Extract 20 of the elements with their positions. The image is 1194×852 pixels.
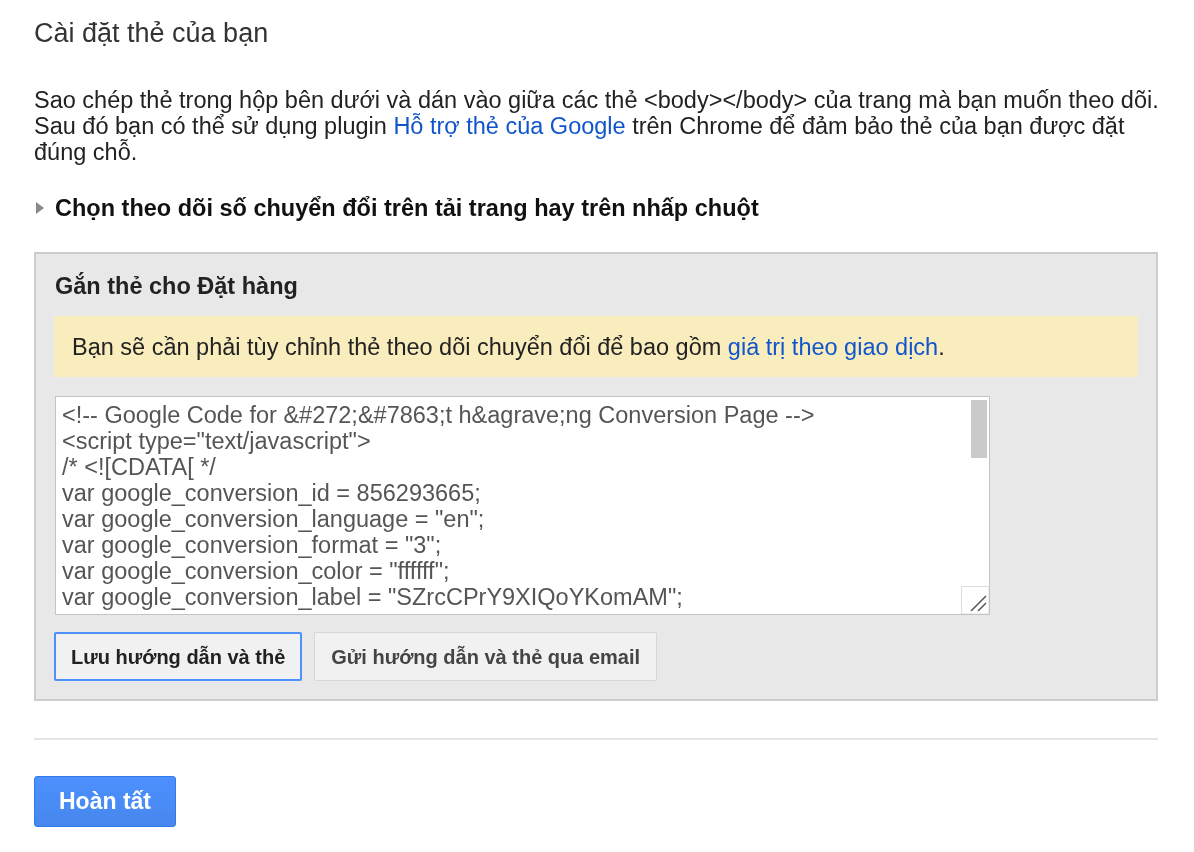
code-line: var google_conversion_format = "3";: [62, 532, 442, 558]
intro-text: Sao chép thẻ trong hộp bên dưới và dán vào giữa các thẻ <body></body> của trang mà bạn muốn theo dõi. Sau đó bạn có thể sử dụng plugin Hỗ trợ thẻ của Google trên Chrome để đảm bảo thẻ của bạn được đặt đúng chỗ.: [34, 87, 1160, 165]
action-button[interactable]: Lưu hướng dẫn và thẻ: [54, 632, 303, 681]
code-line: /* <![CDATA[ */: [62, 454, 216, 480]
code-line: var google_conversion_label = "SZrcCPrY9XIQoYKomAM";: [62, 584, 683, 610]
resize-grip-icon[interactable]: [961, 586, 989, 614]
transaction-value-link[interactable]: giá trị theo giao dịch: [727, 333, 939, 360]
code-line: var google_conversion_color = "ffffff";: [62, 558, 450, 584]
action-button[interactable]: Gửi hướng dẫn và thẻ qua email: [314, 632, 658, 681]
page-title: Cài đặt thẻ của bạn: [34, 17, 269, 49]
help-link[interactable]: Hỗ trợ thẻ của Google: [393, 113, 626, 139]
code-line: <script type="text/javascript">: [62, 428, 371, 454]
code-textarea[interactable]: [55, 396, 990, 615]
code-line: var google_conversion_language = "en";: [62, 506, 485, 532]
code-line: <!-- Google Code for &#272;&#7863;t h&agrave;ng Conversion Page -->: [62, 402, 815, 428]
scrollbar-thumb[interactable]: [971, 400, 987, 458]
expand-toggle[interactable]: Chọn theo dõi số chuyển đổi trên tải trang hay trên nhấp chuột: [34, 194, 759, 222]
panel-title: Gắn thẻ cho Đặt hàng: [55, 272, 298, 300]
notice-text: Bạn sẽ cần phải tùy chỉnh thẻ theo dõi chuyển đổi để bao gồm giá trị theo giao dịch.: [72, 333, 945, 360]
code-line: var google_conversion_id = 856293665;: [62, 480, 481, 506]
